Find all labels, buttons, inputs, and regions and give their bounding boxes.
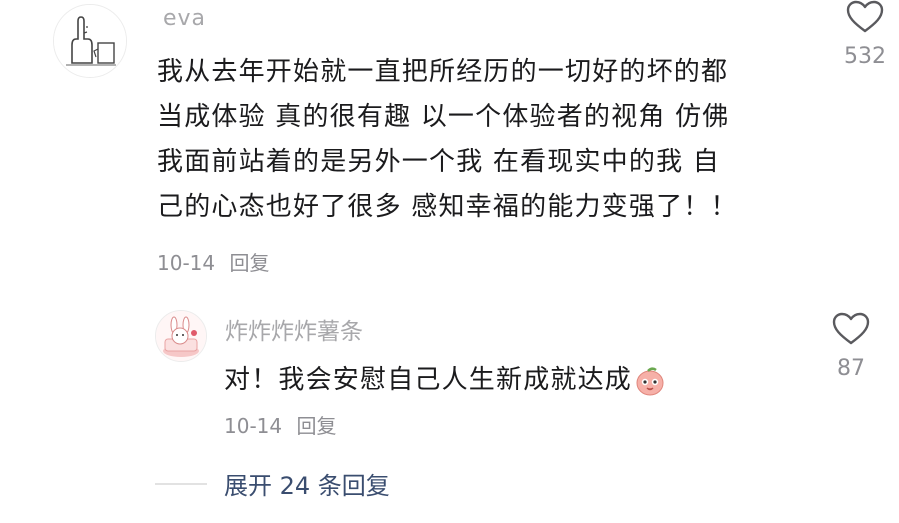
avatar[interactable]	[53, 4, 127, 78]
reply-text-content: 对！我会安慰自己人生新成就达成	[224, 365, 633, 395]
comment-line: 己的心态也好了很多 感知幸福的能力变强了！！	[157, 192, 738, 222]
reply-date: 10-14	[224, 414, 283, 438]
reply-button[interactable]: 回复	[229, 251, 269, 275]
hand-sketch-avatar-icon	[54, 5, 126, 77]
bunny-cake-avatar-icon	[156, 311, 206, 361]
expand-replies-button[interactable]: 展开 24 条回复	[224, 466, 390, 501]
reply-like-button[interactable]: 87	[816, 312, 886, 381]
comment-username[interactable]: eva	[163, 6, 206, 31]
reply-text: 对！我会安慰自己人生新成就达成	[224, 358, 684, 412]
comment-line: 当成体验 真的很有趣 以一个体验者的视角 仿佛	[157, 102, 730, 132]
reply-like-count: 87	[837, 356, 865, 381]
like-button[interactable]: 532	[830, 0, 899, 69]
reply-username[interactable]: 炸炸炸炸薯条	[225, 312, 363, 346]
peach-face-emoji-icon	[634, 365, 666, 412]
expand-divider	[155, 483, 207, 485]
heart-icon	[846, 0, 884, 33]
comment-date: 10-14	[157, 251, 216, 275]
reply-to-reply-button[interactable]: 回复	[296, 414, 336, 438]
comment-meta: 10-14 回复	[157, 247, 269, 276]
comment-line: 我从去年开始就一直把所经历的一切好的坏的都	[157, 57, 729, 87]
comment-line: 我面前站着的是另外一个我 在看现实中的我 自	[157, 147, 720, 177]
reply-meta: 10-14 回复	[224, 410, 336, 439]
like-count: 532	[844, 44, 886, 69]
comment-text: 我从去年开始就一直把所经历的一切好的坏的都 当成体验 真的很有趣 以一个体验者的…	[157, 50, 797, 230]
reply-avatar[interactable]	[155, 310, 207, 362]
heart-icon	[832, 312, 870, 345]
